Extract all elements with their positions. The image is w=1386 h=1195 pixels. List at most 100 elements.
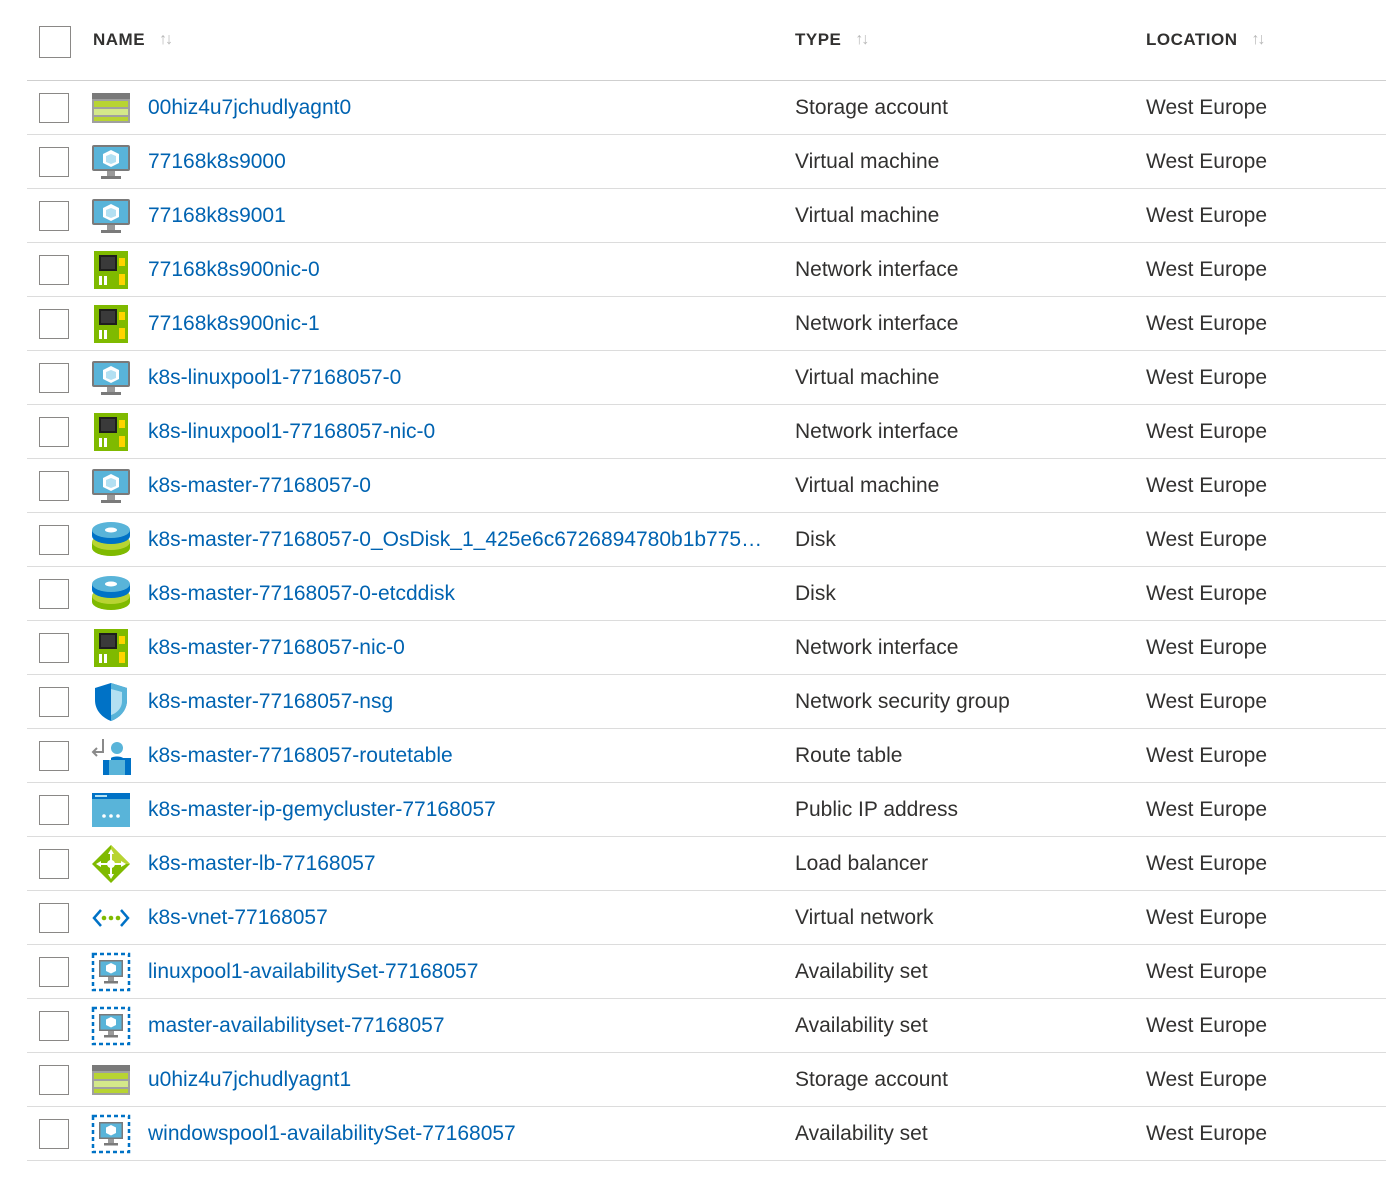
load-balancer-icon	[91, 844, 131, 884]
resource-name-link[interactable]: 77168k8s9001	[148, 189, 286, 242]
resource-name-link[interactable]: k8s-linuxpool1-77168057-nic-0	[148, 405, 435, 458]
disk-icon	[91, 574, 131, 614]
resource-type: Network interface	[795, 636, 959, 659]
table-body: 00hiz4u7jchudlyagnt0 Storage account West …	[27, 81, 1386, 1161]
table-row[interactable]: 00hiz4u7jchudlyagnt0 Storage account West …	[27, 81, 1386, 135]
table-row[interactable]: 77168k8s900nic-1 Network interface West Eu…	[27, 297, 1386, 351]
row-checkbox[interactable]	[39, 633, 69, 663]
column-header-type[interactable]: TYPE ↑↓	[795, 30, 869, 50]
resource-type: Network interface	[795, 312, 959, 335]
table-row[interactable]: k8s-master-77168057-nic-0 Network interfa…	[27, 621, 1386, 675]
row-checkbox[interactable]	[39, 579, 69, 609]
select-all-checkbox[interactable]	[39, 26, 71, 58]
resource-name-link[interactable]: k8s-master-77168057-nsg	[148, 675, 393, 728]
resource-type: Network interface	[795, 258, 959, 281]
row-checkbox[interactable]	[39, 849, 69, 879]
resource-type: Virtual network	[795, 906, 934, 929]
table-row[interactable]: linuxpool1-availabilitySet-77168057 Avail…	[27, 945, 1386, 999]
table-row[interactable]: k8s-master-77168057-nsg Network security …	[27, 675, 1386, 729]
row-checkbox[interactable]	[39, 903, 69, 933]
resource-location: West Europe	[1146, 798, 1268, 821]
public-ip-icon	[91, 790, 131, 830]
resource-location: West Europe	[1146, 690, 1268, 713]
row-checkbox[interactable]	[39, 93, 69, 123]
table-row[interactable]: 77168k8s9001 Virtual machine West Europe	[27, 189, 1386, 243]
table-row[interactable]: master-availabilityset-77168057 Availabil…	[27, 999, 1386, 1053]
row-checkbox[interactable]	[39, 201, 69, 231]
row-checkbox[interactable]	[39, 741, 69, 771]
resource-name-link[interactable]: 77168k8s9000	[148, 135, 286, 188]
resource-name-link[interactable]: windowspool1-availabilitySet-77168057	[148, 1107, 516, 1160]
resource-name-link[interactable]: u0hiz4u7jchudlyagnt1	[148, 1053, 351, 1106]
resource-name-link[interactable]: k8s-master-lb-77168057	[148, 837, 376, 890]
row-checkbox[interactable]	[39, 957, 69, 987]
resource-location: West Europe	[1146, 96, 1268, 119]
column-header-type-label: TYPE	[795, 30, 842, 49]
table-row[interactable]: k8s-linuxpool1-77168057-nic-0 Network int…	[27, 405, 1386, 459]
table-row[interactable]: k8s-vnet-77168057 Virtual network West Eur…	[27, 891, 1386, 945]
resource-name-link[interactable]: k8s-master-77168057-0	[148, 459, 371, 512]
resource-name-link[interactable]: 00hiz4u7jchudlyagnt0	[148, 81, 351, 134]
row-checkbox[interactable]	[39, 363, 69, 393]
resource-location: West Europe	[1146, 1068, 1268, 1091]
table-row[interactable]: 77168k8s900nic-0 Network interface West Eu…	[27, 243, 1386, 297]
table-row[interactable]: u0hiz4u7jchudlyagnt1 Storage account West …	[27, 1053, 1386, 1107]
row-checkbox[interactable]	[39, 795, 69, 825]
resource-type: Storage account	[795, 96, 948, 119]
column-header-name[interactable]: NAME ↑↓	[93, 30, 173, 50]
column-header-location[interactable]: LOCATION ↑↓	[1146, 30, 1266, 50]
resource-location: West Europe	[1146, 906, 1268, 929]
table-row[interactable]: k8s-master-ip-gemycluster-77168057 Public…	[27, 783, 1386, 837]
row-checkbox[interactable]	[39, 687, 69, 717]
storage-account-icon	[91, 1060, 131, 1100]
resource-name-link[interactable]: 77168k8s900nic-0	[148, 243, 320, 296]
table-row[interactable]: k8s-master-77168057-0_OsDisk_1_425e6c672…	[27, 513, 1386, 567]
resource-name-link[interactable]: k8s-vnet-77168057	[148, 891, 328, 944]
resource-name-link[interactable]: k8s-master-77168057-0_OsDisk_1_425e6c672…	[148, 513, 768, 566]
row-checkbox[interactable]	[39, 1119, 69, 1149]
table-row[interactable]: 77168k8s9000 Virtual machine West Europe	[27, 135, 1386, 189]
resource-name-link[interactable]: master-availabilityset-77168057	[148, 999, 445, 1052]
row-checkbox[interactable]	[39, 309, 69, 339]
resource-type: Public IP address	[795, 798, 959, 821]
resource-type: Virtual machine	[795, 474, 940, 497]
sort-arrows-icon: ↑↓	[1251, 31, 1266, 48]
resource-name-link[interactable]: k8s-master-77168057-nic-0	[148, 621, 405, 674]
row-checkbox[interactable]	[39, 255, 69, 285]
sort-arrows-icon: ↑↓	[159, 31, 173, 48]
resource-location: West Europe	[1146, 150, 1268, 173]
table-row[interactable]: windowspool1-availabilitySet-77168057 Ava…	[27, 1107, 1386, 1161]
resource-type: Availability set	[795, 960, 928, 983]
network-interface-icon	[91, 412, 131, 452]
sort-arrows-icon: ↑↓	[855, 31, 869, 48]
availability-set-icon	[91, 1114, 131, 1154]
row-checkbox[interactable]	[39, 147, 69, 177]
row-checkbox[interactable]	[39, 1065, 69, 1095]
row-checkbox[interactable]	[39, 471, 69, 501]
row-checkbox[interactable]	[39, 525, 69, 555]
table-row[interactable]: k8s-master-77168057-0-etcddisk Disk West E…	[27, 567, 1386, 621]
resource-name-link[interactable]: k8s-master-77168057-routetable	[148, 729, 453, 782]
virtual-machine-icon	[91, 196, 131, 236]
table-row[interactable]: k8s-master-77168057-0 Virtual machine West…	[27, 459, 1386, 513]
resource-name-link[interactable]: linuxpool1-availabilitySet-77168057	[148, 945, 478, 998]
table-header: NAME ↑↓ TYPE ↑↓ LOCATION ↑↓	[27, 0, 1386, 81]
network-interface-icon	[91, 628, 131, 668]
resource-type: Disk	[795, 528, 836, 551]
resource-type: Network interface	[795, 420, 959, 443]
table-row[interactable]: k8s-linuxpool1-77168057-0 Virtual machine…	[27, 351, 1386, 405]
row-checkbox[interactable]	[39, 1011, 69, 1041]
resource-name-link[interactable]: k8s-master-ip-gemycluster-77168057	[148, 783, 496, 836]
resource-type: Route table	[795, 744, 903, 767]
column-header-name-label: NAME	[93, 30, 146, 49]
resource-name-link[interactable]: k8s-linuxpool1-77168057-0	[148, 351, 401, 404]
virtual-machine-icon	[91, 142, 131, 182]
table-row[interactable]: k8s-master-lb-77168057 Load balancer West …	[27, 837, 1386, 891]
resource-name-link[interactable]: k8s-master-77168057-0-etcddisk	[148, 567, 455, 620]
resource-location: West Europe	[1146, 366, 1268, 389]
row-checkbox[interactable]	[39, 417, 69, 447]
resource-name-link[interactable]: 77168k8s900nic-1	[148, 297, 320, 350]
resource-location: West Europe	[1146, 420, 1268, 443]
resource-type: Disk	[795, 582, 836, 605]
table-row[interactable]: k8s-master-77168057-routetable Route tabl…	[27, 729, 1386, 783]
